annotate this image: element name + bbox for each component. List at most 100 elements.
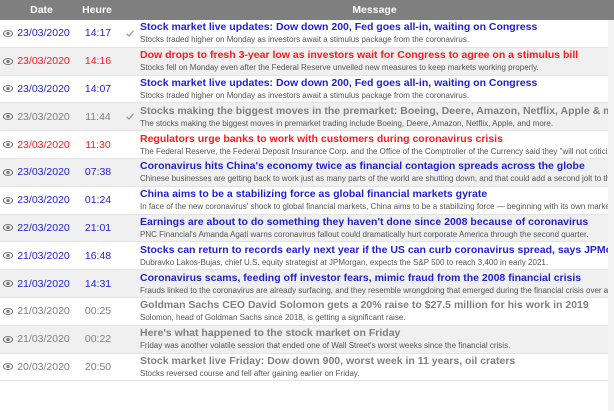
headline-summary: Dubravko Lakos-Bujas, chief U.S. equity … xyxy=(140,257,549,267)
headline-summary: Stocks reversed course and fell after ga… xyxy=(140,368,360,378)
headline-summary: Frauds linked to the coronavirus are alr… xyxy=(140,285,614,295)
table-row[interactable]: 23/03/2020 11:44 Stocks making the biggest… xyxy=(0,103,614,132)
headline-title[interactable]: Coronavirus hits China's economy twice a… xyxy=(140,160,614,173)
eye-icon[interactable] xyxy=(0,29,14,37)
row-time: 14:16 xyxy=(84,55,112,68)
row-message[interactable]: Stock market live updates: Dow down 200,… xyxy=(137,21,614,45)
eye-icon[interactable] xyxy=(0,196,14,204)
headline-summary: The Federal Reserve, the Federal Deposit… xyxy=(140,146,614,156)
headline-title[interactable]: China aims to be a stabilizing force as … xyxy=(140,188,614,201)
table-row[interactable]: 23/03/2020 01:24 China aims to be a stabil… xyxy=(0,187,614,215)
eye-icon[interactable] xyxy=(0,307,14,315)
headline-title[interactable]: Stock market live Friday: Dow down 900, … xyxy=(140,355,614,368)
check-icon xyxy=(123,113,137,121)
row-date: 20/03/2020 xyxy=(17,360,70,373)
row-time: 11:30 xyxy=(85,138,111,151)
row-date: 23/03/2020 xyxy=(17,194,70,207)
row-date: 23/03/2020 xyxy=(17,138,70,151)
row-time: 07:38 xyxy=(84,166,112,179)
table-row[interactable]: 22/03/2020 21:01 Earnings are about to do … xyxy=(0,214,614,243)
row-time: 14:31 xyxy=(84,277,112,290)
row-time: 16:48 xyxy=(84,249,112,262)
row-time: 21:01 xyxy=(84,221,112,234)
headline-title[interactable]: Earnings are about to do something they … xyxy=(140,216,614,229)
headline-summary: Friday was another volatile session that… xyxy=(140,341,511,351)
news-feed-window: Date Heure Message 23/03/2020 14:17 Stock … xyxy=(0,0,614,411)
row-time: 00:22 xyxy=(84,333,112,346)
table-row[interactable]: 23/03/2020 14:17 Stock market live updates… xyxy=(0,20,614,48)
table-row[interactable]: 23/03/2020 14:16 Dow drops to fresh 3-year… xyxy=(0,47,614,76)
row-time: 01:24 xyxy=(84,194,112,207)
row-message[interactable]: Stocks making the biggest moves in the p… xyxy=(137,105,614,129)
row-date: 23/03/2020 xyxy=(17,55,70,68)
row-message[interactable]: Dow drops to fresh 3-year low as investo… xyxy=(137,49,614,73)
headline-title[interactable]: Stock market live updates: Dow down 200,… xyxy=(140,77,614,90)
table-row[interactable]: 21/03/2020 00:22 Here's what happened to t… xyxy=(0,325,614,354)
headline-summary: Stocks fell on Monday even after the Fed… xyxy=(140,63,539,73)
headline-title[interactable]: Stocks can return to records early next … xyxy=(140,244,614,257)
row-message[interactable]: China aims to be a stabilizing force as … xyxy=(137,188,614,212)
row-date: 23/03/2020 xyxy=(17,82,70,95)
row-message[interactable]: Coronavirus scams, feeding off investor … xyxy=(137,272,614,296)
table-header: Date Heure Message xyxy=(0,0,614,20)
eye-icon[interactable] xyxy=(0,252,14,260)
headline-title[interactable]: Coronavirus scams, feeding off investor … xyxy=(140,272,614,285)
row-date: 21/03/2020 xyxy=(17,277,70,290)
row-message[interactable]: Earnings are about to do something they … xyxy=(137,216,614,240)
headline-summary: Solomon, head of Goldman Sachs since 201… xyxy=(140,313,406,323)
headline-summary: Stocks traded higher on Monday as invest… xyxy=(140,35,470,45)
row-message[interactable]: Coronavirus hits China's economy twice a… xyxy=(137,160,614,184)
row-message[interactable]: Stock market live Friday: Dow down 900, … xyxy=(137,355,614,379)
row-time: 20:50 xyxy=(84,360,112,373)
row-time: 11:44 xyxy=(85,110,111,123)
row-time: 14:17 xyxy=(84,27,112,40)
check-icon xyxy=(123,30,137,37)
headline-summary: Stocks traded higher on Monday as invest… xyxy=(140,90,470,100)
table-row[interactable]: 21/03/2020 00:25 Goldman Sachs CEO David S… xyxy=(0,298,614,326)
eye-icon[interactable] xyxy=(0,168,14,176)
headline-title[interactable]: Goldman Sachs CEO David Solomon gets a 2… xyxy=(140,299,614,312)
row-date: 22/03/2020 xyxy=(17,221,70,234)
headline-summary: Chinese businesses are getting back to w… xyxy=(140,174,614,184)
headline-summary: PNC Financial's Amanda Agati warns coron… xyxy=(140,229,589,239)
table-row[interactable]: 23/03/2020 07:38 Coronavirus hits China's … xyxy=(0,158,614,187)
row-date: 23/03/2020 xyxy=(17,166,70,179)
row-date: 21/03/2020 xyxy=(17,333,70,346)
headline-title[interactable]: Stock market live updates: Dow down 200,… xyxy=(140,21,614,34)
headline-title[interactable]: Stocks making the biggest moves in the p… xyxy=(140,105,614,118)
row-message[interactable]: Stock market live updates: Dow down 200,… xyxy=(137,77,614,101)
row-message[interactable]: Here's what happened to the stock market… xyxy=(137,327,614,351)
row-date: 21/03/2020 xyxy=(17,249,70,262)
row-message[interactable]: Stocks can return to records early next … xyxy=(137,244,614,268)
headline-summary: In face of the new coronavirus' shock to… xyxy=(140,202,614,212)
eye-icon[interactable] xyxy=(0,280,14,288)
news-list: 23/03/2020 14:17 Stock market live updates… xyxy=(0,20,614,382)
row-date: 21/03/2020 xyxy=(17,305,70,318)
row-date: 23/03/2020 xyxy=(17,110,70,123)
table-row[interactable]: 23/03/2020 11:30 Regulators urge banks to … xyxy=(0,131,614,159)
column-header-time[interactable]: Heure xyxy=(73,4,121,16)
row-message[interactable]: Goldman Sachs CEO David Solomon gets a 2… xyxy=(137,299,614,323)
table-row[interactable]: 21/03/2020 16:48 Stocks can return to reco… xyxy=(0,242,614,271)
headline-summary: The stocks making the biggest moves in p… xyxy=(140,118,554,128)
vertical-scrollbar[interactable] xyxy=(608,20,614,411)
eye-icon[interactable] xyxy=(0,335,14,343)
eye-icon[interactable] xyxy=(0,363,14,371)
table-row[interactable]: 21/03/2020 14:31 Coronavirus scams, feedin… xyxy=(0,270,614,298)
headline-title[interactable]: Dow drops to fresh 3-year low as investo… xyxy=(140,49,614,62)
eye-icon[interactable] xyxy=(0,57,14,65)
row-message[interactable]: Regulators urge banks to work with custo… xyxy=(137,133,614,157)
eye-icon[interactable] xyxy=(0,141,14,149)
table-row[interactable]: 20/03/2020 20:50 Stock market live Friday:… xyxy=(0,354,614,382)
row-date: 23/03/2020 xyxy=(17,27,70,40)
eye-icon[interactable] xyxy=(0,113,14,121)
eye-icon[interactable] xyxy=(0,224,14,232)
table-row[interactable]: 23/03/2020 14:07 Stock market live updates… xyxy=(0,76,614,104)
column-header-message[interactable]: Message xyxy=(135,4,614,16)
headline-title[interactable]: Here's what happened to the stock market… xyxy=(140,327,614,340)
column-header-date[interactable]: Date xyxy=(10,4,73,16)
row-time: 00:25 xyxy=(84,305,112,318)
row-time: 14:07 xyxy=(84,82,112,95)
eye-icon[interactable] xyxy=(0,85,14,93)
headline-title[interactable]: Regulators urge banks to work with custo… xyxy=(140,133,614,146)
